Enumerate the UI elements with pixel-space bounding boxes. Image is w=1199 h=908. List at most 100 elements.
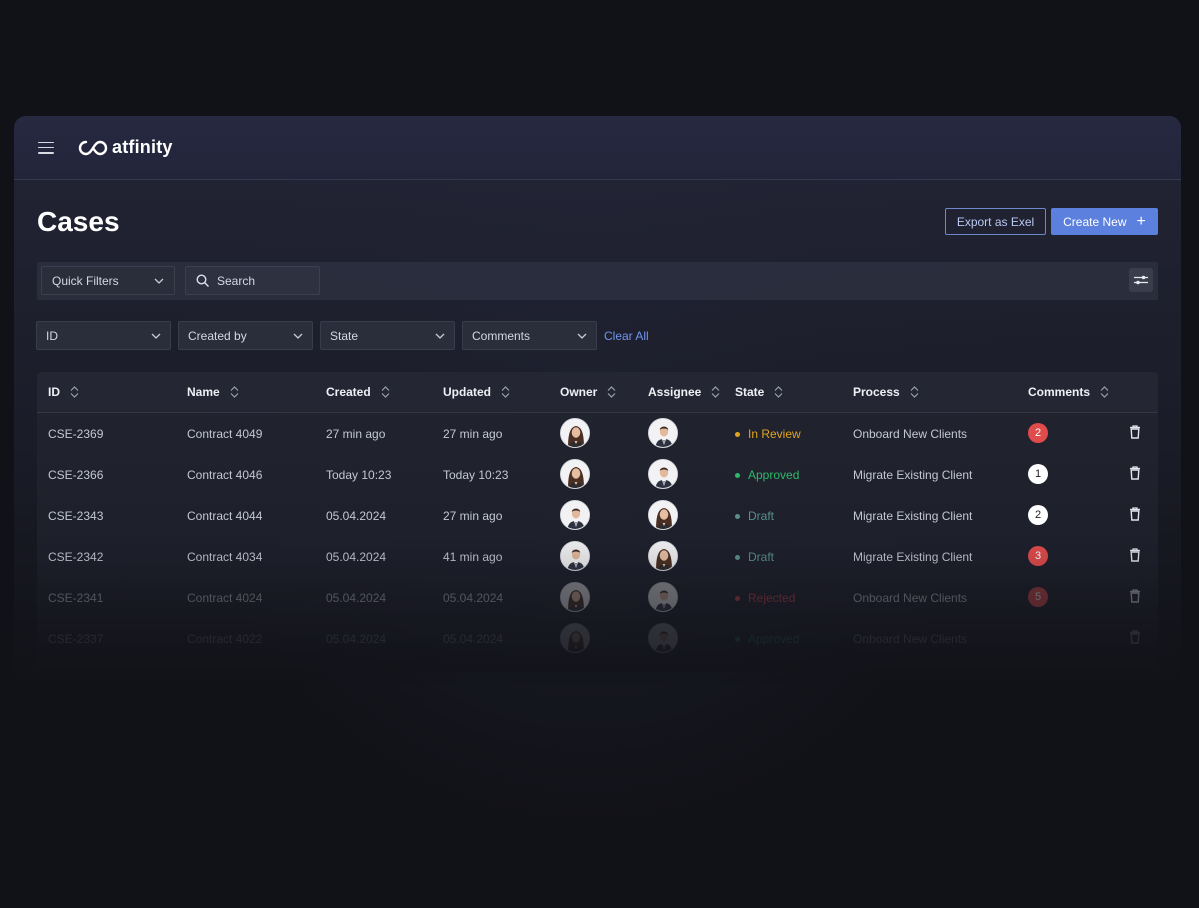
state-dot-icon [735,472,740,478]
delete-trash-icon[interactable] [1129,466,1141,485]
filter-dropdown-comments[interactable]: Comments [462,321,597,350]
updated-cell: 05.04.2024 [443,632,504,646]
created-cell: 05.04.2024 [326,509,387,523]
filter-dropdown-id[interactable]: ID [36,321,171,350]
comments-count-badge[interactable]: 1 [1028,464,1048,484]
sort-icon [381,386,390,398]
created-cell: Today 10:23 [326,468,392,482]
table-row[interactable]: CSE-2342 Contract 4034 05.04.2024 41 min ag… [37,536,1158,577]
table-header: ID Name Created Updated Owner Assignee State Pr… [37,372,1158,413]
plus-icon: + [1136,212,1146,230]
table-row[interactable]: CSE-2369 Contract 4049 27 min ago 27 min ag… [37,413,1158,454]
column-header-state[interactable]: State [735,385,783,399]
owner-avatar[interactable] [560,418,590,448]
column-header-label: Comments [1028,385,1091,399]
updated-cell: Today 10:23 [443,468,509,482]
page-title: Cases [37,206,120,237]
column-header-label: Created [326,385,371,399]
clear-all-link[interactable]: Clear All [604,329,649,343]
table-row[interactable]: CSE-2341 Contract 4024 05.04.2024 05.04.202… [37,577,1158,618]
delete-trash-icon[interactable] [1129,548,1141,567]
column-header-updated[interactable]: Updated [443,385,510,399]
assignee-avatar[interactable] [648,500,678,530]
logo-text: atfinity [112,137,173,157]
owner-avatar[interactable] [560,500,590,530]
created-cell: 05.04.2024 [326,550,387,564]
table-row[interactable]: CSE-2337 Contract 4022 05.04.2024 05.04.202… [37,618,1158,659]
delete-trash-icon[interactable] [1129,425,1141,444]
case-id-cell: CSE-2369 [48,427,104,441]
process-cell: Migrate Existing Client [853,509,973,523]
process-cell: Onboard New Clients [853,591,968,605]
top-bar: atfinity [14,116,1181,180]
state-label: Approved [748,468,800,482]
case-name-cell: Contract 4034 [187,550,263,564]
column-header-label: Owner [560,385,598,399]
filter-dropdown-created-by[interactable]: Created by [178,321,313,350]
case-id-cell: CSE-2337 [48,632,104,646]
chevron-down-icon [293,333,303,339]
state-dot-icon [735,431,740,437]
assignee-avatar[interactable] [648,541,678,571]
process-cell: Migrate Existing Client [853,550,973,564]
case-name-cell: Contract 4024 [187,591,263,605]
column-header-comments[interactable]: Comments [1028,385,1109,399]
sort-icon [711,386,720,398]
assignee-avatar[interactable] [648,418,678,448]
comments-count-badge[interactable]: 2 [1028,423,1048,443]
process-cell: Onboard New Clients [853,427,968,441]
column-header-id[interactable]: ID [48,385,79,399]
assignee-avatar[interactable] [648,459,678,489]
state-cell: Draft [735,550,774,564]
search-input[interactable]: Search [185,266,320,295]
case-id-cell: CSE-2342 [48,550,104,564]
comments-count-badge[interactable]: 5 [1028,587,1048,607]
column-header-created[interactable]: Created [326,385,390,399]
chevron-down-icon [435,333,445,339]
column-header-owner[interactable]: Owner [560,385,616,399]
delete-trash-icon[interactable] [1129,630,1141,649]
assignee-avatar[interactable] [648,623,678,653]
owner-avatar[interactable] [560,623,590,653]
column-header-process[interactable]: Process [853,385,919,399]
column-header-name[interactable]: Name [187,385,239,399]
filter-dropdown-label: Created by [188,328,247,343]
created-cell: 05.04.2024 [326,632,387,646]
quick-filters-dropdown[interactable]: Quick Filters [41,266,175,295]
filter-bar: Quick Filters Search [37,262,1158,300]
table-body: CSE-2369 Contract 4049 27 min ago 27 min ag… [37,413,1158,659]
comments-count-badge[interactable]: 2 [1028,505,1048,525]
export-excel-button[interactable]: Export as Exel [945,208,1046,235]
sort-icon [774,386,783,398]
state-dot-icon [735,595,740,601]
table-row[interactable]: CSE-2343 Contract 4044 05.04.2024 27 min ag… [37,495,1158,536]
case-id-cell: CSE-2366 [48,468,104,482]
comments-count-badge[interactable]: 3 [1028,546,1048,566]
case-name-cell: Contract 4046 [187,468,263,482]
column-header-label: Updated [443,385,491,399]
sort-icon [501,386,510,398]
state-label: Rejected [748,591,796,605]
assignee-avatar[interactable] [648,582,678,612]
owner-avatar[interactable] [560,541,590,571]
column-header-assignee[interactable]: Assignee [648,385,720,399]
state-cell: In Review [735,427,801,441]
owner-avatar[interactable] [560,582,590,612]
filter-dropdown-state[interactable]: State [320,321,455,350]
column-header-label: State [735,385,765,399]
logo[interactable]: atfinity [78,137,173,158]
delete-trash-icon[interactable] [1129,507,1141,526]
sort-icon [910,386,919,398]
delete-trash-icon[interactable] [1129,589,1141,608]
table-row[interactable]: CSE-2366 Contract 4046 Today 10:23 Today 10… [37,454,1158,495]
quick-filters-label: Quick Filters [52,273,119,288]
hamburger-menu-icon[interactable] [38,141,54,154]
column-header-label: Assignee [648,385,702,399]
app-window: atfinity Cases Export as Exel Create New… [14,116,1181,684]
chevron-down-icon [577,333,587,339]
owner-avatar[interactable] [560,459,590,489]
state-dot-icon [735,513,740,519]
state-cell: Approved [735,468,799,482]
filter-settings-button[interactable] [1129,268,1153,292]
create-new-button[interactable]: Create New + [1051,208,1158,235]
